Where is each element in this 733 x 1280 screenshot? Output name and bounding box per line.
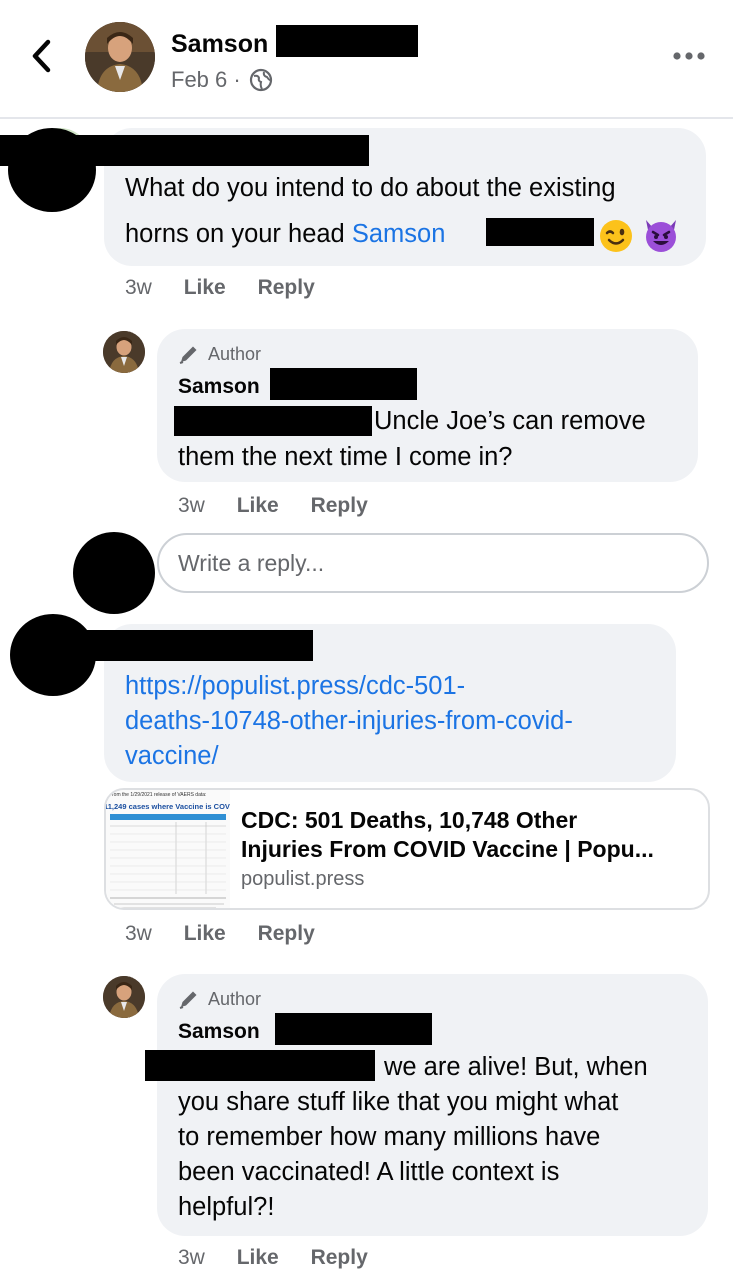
like-button[interactable]: Like (237, 1246, 279, 1269)
comment-text-line: you share stuff like that you might what (178, 1088, 619, 1116)
reply-button[interactable]: Reply (311, 1246, 368, 1269)
comment-text: Uncle Joe’s can remove (374, 407, 646, 435)
like-button[interactable]: Like (184, 922, 226, 945)
reply-button[interactable]: Reply (258, 276, 315, 299)
author-badge: Author (178, 343, 261, 365)
poster-name[interactable]: Samson (171, 30, 268, 59)
comment-text: we are alive! But, when (384, 1053, 648, 1081)
author-badge: Author (178, 988, 261, 1010)
thumb-heading: 11,249 cases where Vaccine is COV (104, 802, 230, 811)
commenter-name[interactable]: Samson (178, 375, 260, 399)
redaction-bar (145, 1050, 375, 1081)
redaction-bar (276, 25, 418, 57)
comment-meta: 3w Like Reply (178, 494, 368, 518)
pen-icon (179, 346, 197, 364)
reply-button[interactable]: Reply (311, 494, 368, 517)
reply-button[interactable]: Reply (258, 922, 315, 945)
thumb-table (110, 814, 226, 908)
comment-text-part: horns on your head (125, 220, 345, 248)
comment-time[interactable]: 3w (125, 922, 152, 945)
back-chevron-icon[interactable] (28, 38, 58, 74)
winking-face-emoji-icon (600, 220, 632, 252)
smiling-devil-emoji-icon (646, 220, 676, 252)
thumb-caption: rom the 1/29/2021 release of VAERS data: (112, 792, 207, 798)
comment-time[interactable]: 3w (125, 276, 152, 299)
redaction-bar (0, 135, 369, 166)
author-avatar[interactable] (103, 331, 145, 373)
preview-title-line: CDC: 501 Deaths, 10,748 Other (241, 807, 578, 833)
comment-text-line: to remember how many millions have (178, 1123, 601, 1151)
post-date[interactable]: Feb 6 · (171, 67, 241, 93)
comment-text-line: helpful?! (178, 1193, 275, 1221)
comment-time[interactable]: 3w (178, 494, 205, 517)
comment-meta: 3w Like Reply (125, 276, 315, 300)
redaction-bar (174, 406, 372, 436)
url-link[interactable]: https://populist.press/cdc-501- (125, 669, 465, 704)
pen-icon (179, 991, 197, 1009)
author-label: Author (208, 343, 262, 364)
comment-text-line: them the next time I come in? (178, 443, 513, 471)
comment-text-line: horns on your head Samson (125, 217, 445, 252)
preview-title-line: Injuries From COVID Vaccine | Popu... (241, 836, 654, 862)
commenter-name[interactable]: Samson (178, 1020, 260, 1044)
comment-meta: 3w Like Reply (178, 1246, 368, 1270)
url-link[interactable]: vaccine/ (125, 739, 219, 774)
redacted-avatar (73, 532, 155, 614)
redaction-bar (270, 368, 417, 400)
author-label: Author (208, 988, 262, 1009)
poster-avatar[interactable] (85, 22, 155, 92)
comment-time[interactable]: 3w (178, 1246, 205, 1269)
comment-text: What do you intend to do about the exist… (125, 174, 616, 202)
more-options-icon[interactable] (671, 46, 707, 66)
preview-domain: populist.press (241, 868, 365, 890)
redaction-bar (486, 218, 594, 246)
comment-meta: 3w Like Reply (125, 922, 315, 946)
mention-link[interactable]: Samson (352, 220, 446, 248)
like-button[interactable]: Like (237, 494, 279, 517)
reply-placeholder[interactable]: Write a reply... (178, 550, 324, 577)
url-link[interactable]: deaths-10748-other-injuries-from-covid- (125, 704, 573, 739)
redaction-bar (275, 1013, 432, 1045)
date-separator: · (233, 67, 241, 92)
preview-thumbnail: rom the 1/29/2021 release of VAERS data:… (104, 790, 230, 908)
redaction-bar (40, 630, 313, 661)
post-date-text: Feb 6 (171, 67, 228, 92)
preview-title[interactable]: CDC: 501 Deaths, 10,748 Other Injuries F… (241, 806, 701, 864)
comment-text-line: been vaccinated! A little context is (178, 1158, 560, 1186)
author-avatar[interactable] (103, 976, 145, 1018)
like-button[interactable]: Like (184, 276, 226, 299)
globe-icon (249, 68, 273, 92)
header-divider (0, 117, 733, 119)
